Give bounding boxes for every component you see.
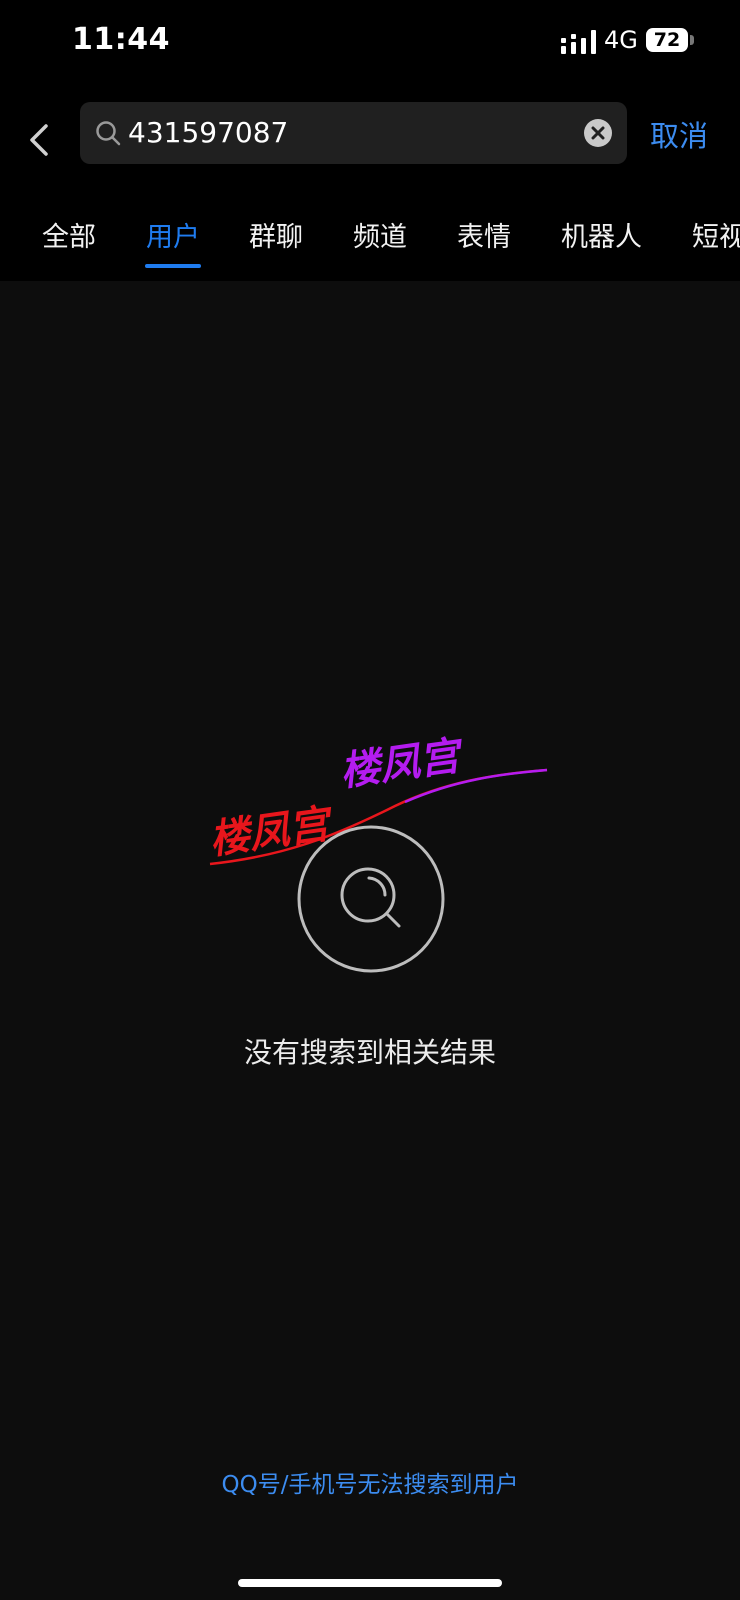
back-arrow-icon[interactable] (22, 114, 62, 164)
empty-result-message: 没有搜索到相关结果 (243, 1036, 496, 1069)
battery-icon: 72 (646, 28, 694, 54)
clear-icon (591, 126, 605, 140)
tab-all[interactable]: 全部 (42, 215, 96, 254)
search-icon (96, 121, 121, 146)
status-bar: 11:44 4G 72 (0, 0, 740, 84)
home-indicator[interactable] (238, 1579, 502, 1587)
category-tabs: 全部 用户 群聊 频道 表情 机器人 短视 (0, 211, 740, 281)
search-box[interactable] (80, 102, 627, 164)
active-tab-indicator (145, 264, 201, 268)
results-area: 楼凤宫 楼凤宫 没有搜索到相关结果 QQ号/手机号无法搜索到用户 (0, 281, 740, 1600)
search-header: 取消 全部 用户 群聊 频道 表情 机器人 短视 (0, 84, 740, 281)
tab-stickers[interactable]: 表情 (457, 215, 511, 254)
tab-groups[interactable]: 群聊 (249, 215, 303, 254)
tab-users[interactable]: 用户 (146, 215, 200, 254)
cancel-button[interactable]: 取消 (650, 113, 708, 155)
status-time: 11:44 (72, 22, 170, 57)
tab-short-video[interactable]: 短视 (692, 215, 740, 254)
search-hint-link[interactable]: QQ号/手机号无法搜索到用户 (0, 1465, 740, 1499)
tab-bots[interactable]: 机器人 (561, 215, 642, 254)
battery-level: 72 (653, 29, 681, 51)
signal-icon (561, 30, 596, 54)
empty-search-icon (297, 825, 445, 973)
clear-button[interactable] (584, 119, 612, 147)
network-type: 4G (604, 26, 638, 54)
tab-channels[interactable]: 频道 (353, 215, 407, 254)
search-input[interactable] (128, 102, 548, 164)
